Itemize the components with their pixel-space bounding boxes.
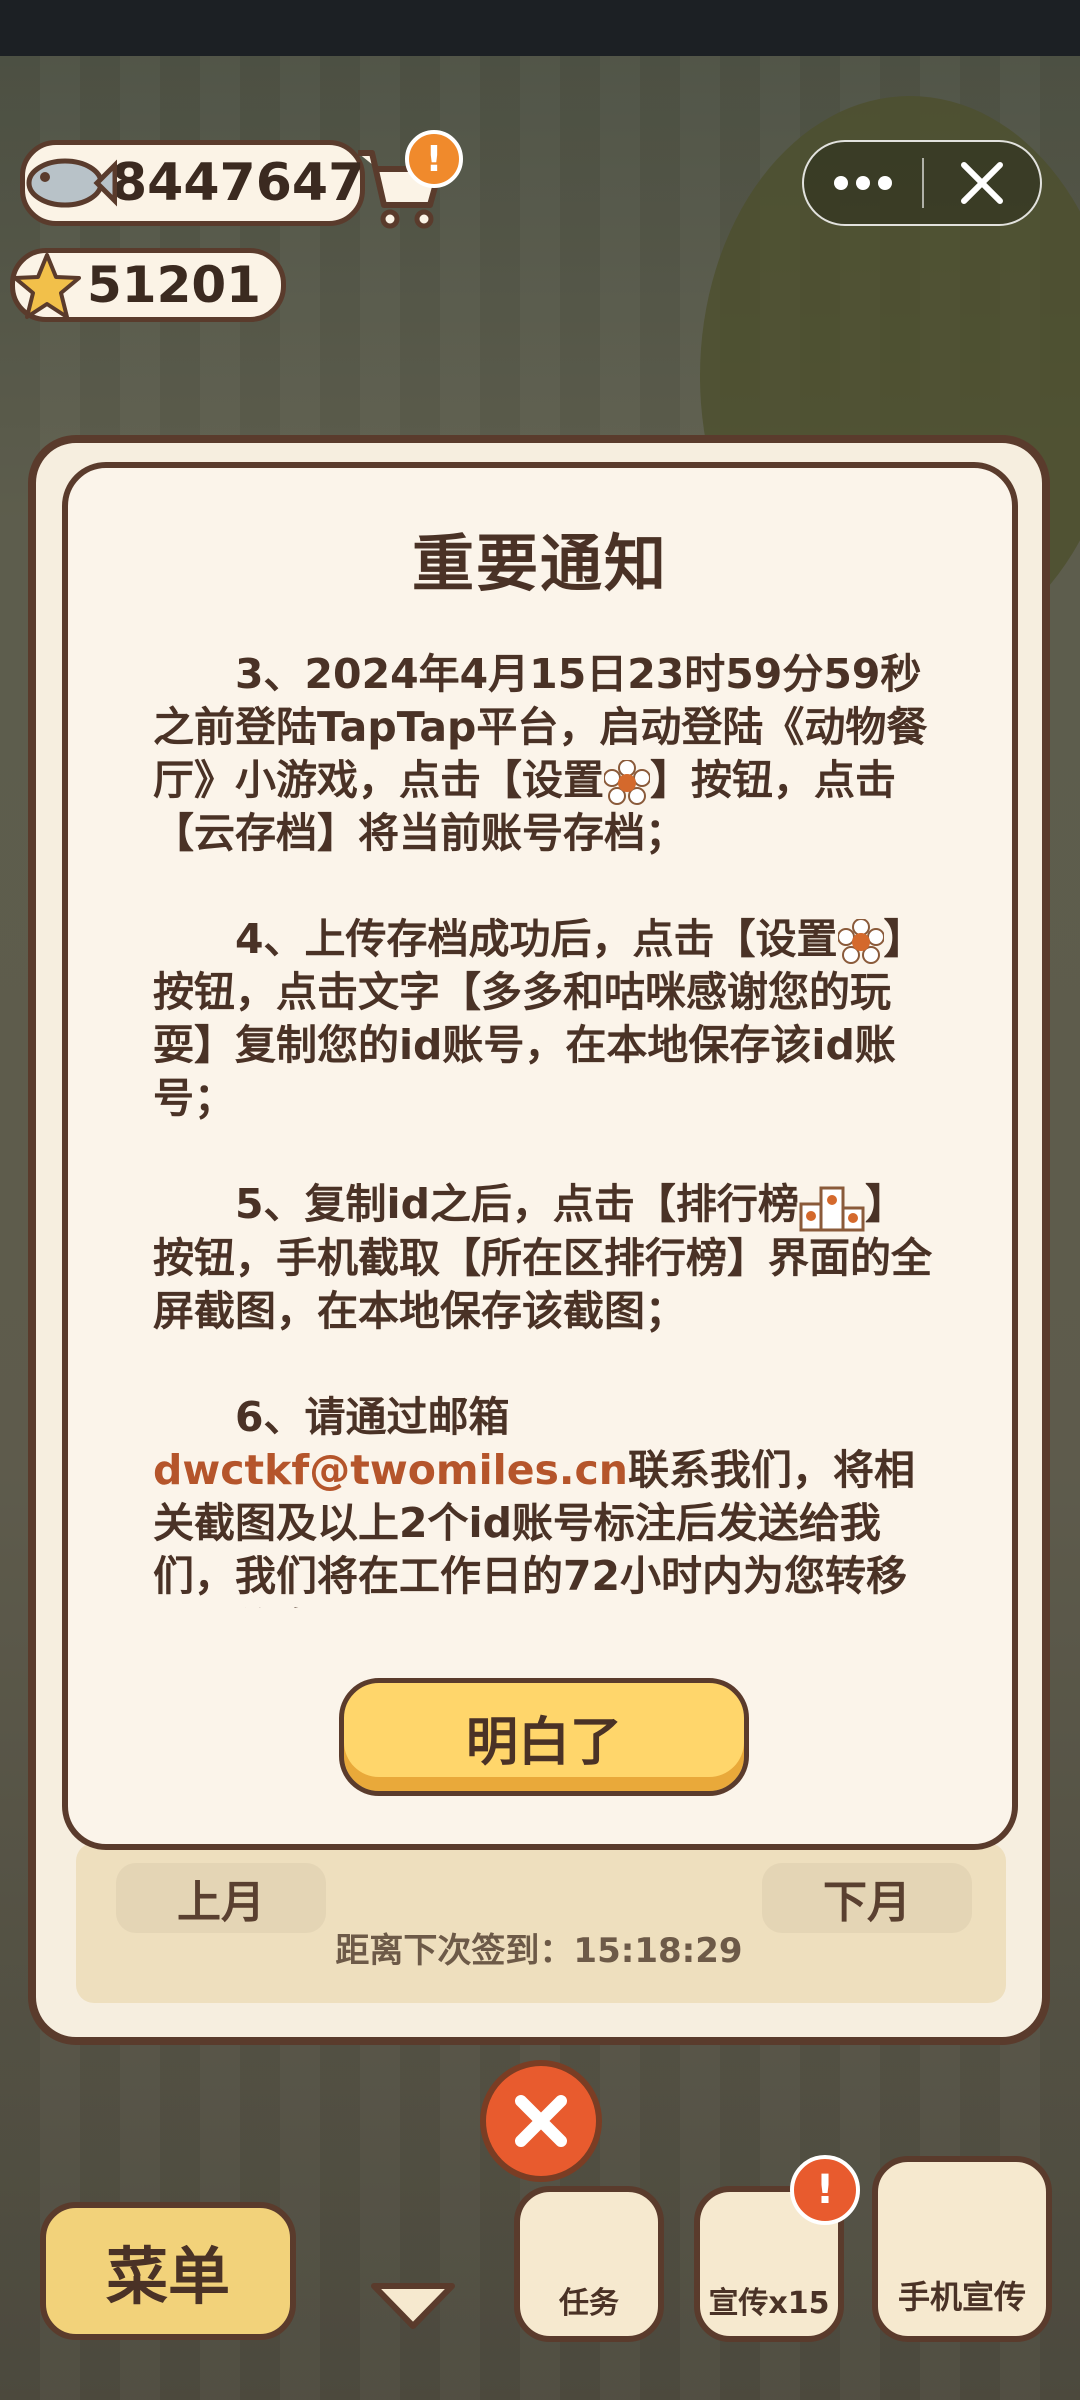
dialog-title: 重要通知 — [411, 527, 668, 600]
star-currency-display: 51201 — [10, 248, 286, 322]
more-button[interactable] — [804, 142, 922, 224]
checkin-countdown: 距离下次签到：15:18:29 — [335, 1931, 743, 1971]
cart-alert-badge: ! — [405, 130, 463, 188]
close-icon — [515, 2095, 567, 2147]
close-icon — [961, 162, 1003, 204]
promo-alert-badge: ! — [790, 2155, 860, 2225]
flower-gear-icon — [837, 919, 884, 964]
notice-dialog: 重要通知 3、2024年4月15日23时59分59秒之前登陆TapTap平台，启… — [62, 462, 1018, 1850]
notice-paragraph-4: 4、上传存档成功后，点击【设置 】按钮，点击文字【多多和咕咪感谢您的玩耍】复制您… — [153, 913, 943, 1125]
chevron-down-icon[interactable] — [368, 2278, 458, 2334]
close-miniprogram-button[interactable] — [924, 142, 1040, 224]
confirm-button[interactable]: 明白了 — [339, 1678, 749, 1796]
miniprogram-capsule — [802, 140, 1042, 226]
p6-text-a: 6、请通过邮箱 — [235, 1393, 510, 1441]
notice-paragraph-6: 6、请通过邮箱 dwctkf@twomiles.cn联系我们，将相关截图及以上2… — [153, 1391, 943, 1608]
notice-scroll-area[interactable]: 3、2024年4月15日23时59分59秒之前登陆TapTap平台，启动登陆《动… — [153, 608, 943, 1608]
flower-gear-icon — [604, 760, 650, 805]
notice-paragraph-3: 3、2024年4月15日23时59分59秒之前登陆TapTap平台，启动登陆《动… — [153, 648, 943, 860]
fish-currency-display: 8447647 — [20, 140, 365, 226]
status-bar — [0, 0, 1080, 56]
phone-promo-button[interactable]: 手机宣传 — [872, 2156, 1052, 2342]
fish-icon — [26, 158, 117, 208]
leaderboard-icon — [799, 1186, 865, 1232]
close-panel-button[interactable] — [480, 2060, 602, 2182]
p5-text-a: 5、复制id之后，点击【排行榜 — [235, 1180, 799, 1228]
star-count: 51201 — [87, 256, 261, 314]
p4-text-a: 4、上传存档成功后，点击【设置 — [235, 915, 838, 963]
fish-count: 8447647 — [111, 153, 365, 213]
contact-email-link[interactable]: dwctkf@twomiles.cn — [153, 1446, 628, 1494]
task-button[interactable]: 任务 — [514, 2186, 664, 2342]
more-dots-icon — [834, 176, 892, 190]
scroll-spacer — [153, 608, 943, 648]
menu-button[interactable]: 菜单 — [40, 2202, 296, 2340]
star-icon — [13, 253, 81, 319]
notice-paragraph-5: 5、复制id之后，点击【排行榜 】按钮，手机截取【所在区排行榜】界面的全屏截图，… — [153, 1178, 943, 1338]
